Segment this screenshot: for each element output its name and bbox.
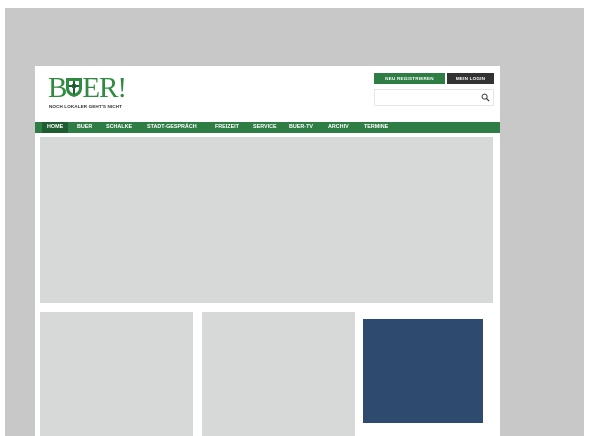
main-navigation: HOME BUER SCHALKE STADT-GESPRÄCH FREIZEI… [35,122,500,133]
nav-item-service[interactable]: SERVICE [253,122,277,133]
logo-wordmark: B ER! [48,72,127,104]
crest-icon [66,78,82,97]
login-button[interactable]: MEIN LOGIN [447,73,494,84]
nav-item-termine[interactable]: TERMINE [364,122,388,133]
register-button[interactable]: NEU REGISTRIEREN [374,73,445,84]
logo-letters-er: ER! [82,72,127,104]
nav-item-home[interactable]: HOME [42,122,69,133]
nav-item-freizeit[interactable]: FREIZEIT [215,122,239,133]
nav-item-schalke[interactable]: SCHALKE [106,122,132,133]
site-page: B ER! NOCH LOKALER GEHT'S NICHT NEU REGIS… [35,66,500,436]
site-logo[interactable]: B ER! NOCH LOKALER GEHT'S NICHT [48,72,138,112]
hero-placeholder[interactable] [40,137,493,303]
logo-letter-b: B [48,72,67,104]
content-card-placeholder[interactable] [40,312,193,436]
nav-item-archiv[interactable]: ARCHIV [328,122,349,133]
nav-item-stadt-gespraech[interactable]: STADT-GESPRÄCH [147,122,197,133]
browser-viewport: B ER! NOCH LOKALER GEHT'S NICHT NEU REGIS… [5,8,584,436]
nav-item-buer-tv[interactable]: BUER-TV [289,122,313,133]
search-icon[interactable] [481,93,490,102]
search-input[interactable] [374,89,494,106]
nav-item-buer[interactable]: BUER [77,122,92,133]
content-card-placeholder[interactable] [202,312,355,436]
logo-tagline: NOCH LOKALER GEHT'S NICHT [49,104,123,109]
advertisement-box[interactable] [363,319,483,423]
